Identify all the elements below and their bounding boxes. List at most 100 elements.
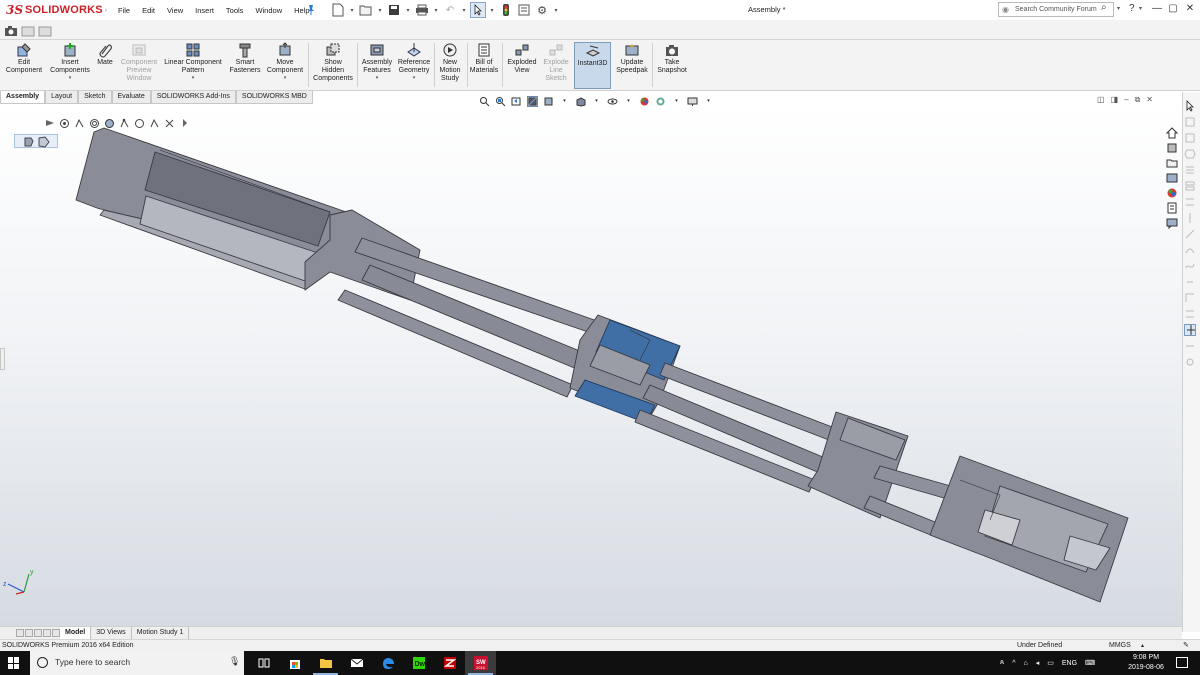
take-snapshot-button[interactable]: Take Snapshot (654, 42, 690, 89)
insert-components-button[interactable]: Insert Components ▾ (47, 42, 93, 89)
file-explorer-taskbar-icon[interactable] (310, 651, 341, 675)
select-pointer-icon[interactable] (470, 2, 486, 18)
tab-motion-study-1[interactable]: Motion Study 1 (132, 627, 190, 639)
task-view-icon[interactable] (248, 651, 279, 675)
unit-system-dropdown-icon[interactable]: ▴ (1141, 641, 1144, 651)
viewport-close-icon[interactable]: ✕ (1146, 95, 1153, 105)
mate-button[interactable]: Mate (94, 42, 116, 89)
solidworks-resources-home-icon[interactable] (1165, 127, 1179, 139)
view-orientation-dropdown-icon[interactable]: ▾ (559, 96, 570, 107)
appearances-icon[interactable] (1165, 187, 1179, 199)
solidworks-forum-icon[interactable] (1165, 217, 1179, 229)
menu-tools[interactable]: Tools (220, 6, 250, 15)
undo-icon[interactable]: ↶ (442, 2, 458, 18)
next-tab-arrow-icon[interactable] (34, 629, 42, 637)
sketch-mirror-icon[interactable] (1184, 212, 1196, 224)
view-orientation-icon[interactable] (543, 96, 554, 107)
sketch-stack-icon[interactable] (1184, 180, 1196, 192)
feature-manager-toggle[interactable] (14, 134, 58, 148)
screen-capture-icon[interactable] (38, 25, 52, 37)
show-hidden-icons-icon[interactable]: ^ (1012, 660, 1015, 667)
new-document-icon[interactable] (330, 2, 346, 18)
sketch-distribute-icon[interactable] (1184, 196, 1196, 208)
display-style-dropdown-icon[interactable]: ▾ (591, 96, 602, 107)
insert-components-dropdown-icon[interactable]: ▾ (69, 75, 72, 81)
new-dropdown-icon[interactable]: ▾ (348, 2, 356, 18)
volume-icon[interactable]: ◂ (1036, 659, 1040, 667)
sketch-hexagon-icon[interactable] (1184, 148, 1196, 160)
assembly-features-button[interactable]: Assembly Features ▾ (360, 42, 394, 89)
last-tab-arrow-icon[interactable] (43, 629, 51, 637)
camera-icon[interactable] (4, 25, 18, 37)
filter-arrow-icon[interactable] (44, 118, 55, 129)
assembly-features-dropdown-icon[interactable]: ▾ (376, 75, 379, 81)
close-window-icon[interactable]: ✕ (1183, 3, 1197, 14)
battery-icon[interactable]: ▭ (1047, 659, 1054, 667)
edit-appearance-icon[interactable] (639, 96, 650, 107)
menu-view[interactable]: View (161, 6, 189, 15)
tab-evaluate[interactable]: Evaluate (111, 91, 151, 104)
viewport-minimize-icon[interactable]: – (1124, 95, 1128, 105)
tab-sketch[interactable]: Sketch (78, 91, 112, 104)
sketch-rectangle-icon[interactable] (1184, 116, 1196, 128)
tab-solidworks-mbd[interactable]: SOLIDWORKS MBD (235, 91, 313, 104)
tab-assembly[interactable]: Assembly (0, 91, 46, 104)
tab-3d-views[interactable]: 3D Views (91, 627, 132, 639)
reference-geometry-button[interactable]: Reference Geometry ▾ (396, 42, 432, 89)
sketch-square-icon[interactable] (1184, 132, 1196, 144)
options-gear-icon[interactable]: ⚙ (534, 2, 550, 18)
taskbar-search-box[interactable]: Type here to search 🎙 (30, 651, 244, 675)
sketch-relations-icon[interactable] (1184, 340, 1196, 352)
move-component-button[interactable]: Move Component ▾ (264, 42, 306, 89)
linear-component-pattern-dropdown-icon[interactable]: ▾ (192, 75, 195, 81)
status-bar-pin-icon[interactable]: ✎ (1183, 641, 1189, 651)
view-settings-icon[interactable] (687, 96, 698, 107)
pin-menu-icon[interactable] (306, 4, 316, 16)
filter-target-icon[interactable] (59, 118, 70, 129)
print-icon[interactable] (414, 2, 430, 18)
search-dropdown-icon[interactable]: ▾ (1117, 5, 1120, 12)
apply-scene-icon[interactable] (655, 96, 666, 107)
undo-dropdown-icon[interactable]: ▾ (460, 2, 468, 18)
hide-show-dropdown-icon[interactable]: ▾ (623, 96, 634, 107)
hide-show-items-icon[interactable] (607, 96, 618, 107)
tab-model[interactable]: Model (60, 627, 92, 639)
apply-scene-dropdown-icon[interactable]: ▾ (671, 96, 682, 107)
solidworks-taskbar-icon[interactable]: SW 2016 (465, 651, 496, 675)
record-icon[interactable] (21, 25, 35, 37)
dreamweaver-icon[interactable]: Dw (403, 651, 434, 675)
view-palette-icon[interactable] (1165, 172, 1179, 184)
filezilla-icon[interactable] (434, 651, 465, 675)
menu-file[interactable]: File (112, 6, 136, 15)
zoom-to-fit-icon[interactable] (479, 96, 490, 107)
smart-fasteners-button[interactable]: Smart Fasteners (227, 42, 263, 89)
file-explorer-icon[interactable] (1165, 157, 1179, 169)
open-dropdown-icon[interactable]: ▾ (376, 2, 384, 18)
solidworks-logo[interactable]: 3S SOLIDWORKS › (6, 3, 107, 17)
action-center-icon[interactable] (1176, 657, 1188, 668)
save-dropdown-icon[interactable]: ▾ (404, 2, 412, 18)
print-dropdown-icon[interactable]: ▾ (432, 2, 440, 18)
mail-icon[interactable] (341, 651, 372, 675)
previous-tab-arrow-icon[interactable] (25, 629, 33, 637)
search-community-forum-input[interactable]: ◉ Search Community Forum (998, 2, 1114, 17)
menu-edit[interactable]: Edit (136, 6, 161, 15)
language-indicator[interactable]: ENG (1062, 660, 1077, 667)
feature-manager-expand-handle[interactable] (0, 348, 5, 370)
help-icon[interactable]: ? (1129, 3, 1135, 14)
viewport-collapse-icon[interactable]: ◫ (1097, 95, 1105, 105)
viewport-tile-icon[interactable]: ◨ (1111, 95, 1119, 105)
menu-window[interactable]: Window (249, 6, 288, 15)
sketch-spline-icon[interactable] (1184, 260, 1196, 272)
taskbar-clock[interactable]: 9:08 PM 2019-08-06 (1124, 653, 1168, 673)
windows-start-icon[interactable] (8, 657, 20, 669)
sketch-line-icon[interactable] (1184, 228, 1196, 240)
file-properties-icon[interactable] (516, 2, 532, 18)
component-preview-window-button[interactable]: Component Preview Window (118, 42, 160, 89)
sketch-dimension-icon[interactable] (1184, 308, 1196, 320)
explode-line-sketch-button[interactable]: Explode Line Sketch (540, 42, 572, 89)
sketch-slot-icon[interactable] (1184, 276, 1196, 288)
restore-window-icon[interactable]: ▢ (1166, 3, 1180, 14)
show-hidden-components-button[interactable]: Show Hidden Components (311, 42, 355, 89)
exploded-view-button[interactable]: Exploded View (505, 42, 539, 89)
